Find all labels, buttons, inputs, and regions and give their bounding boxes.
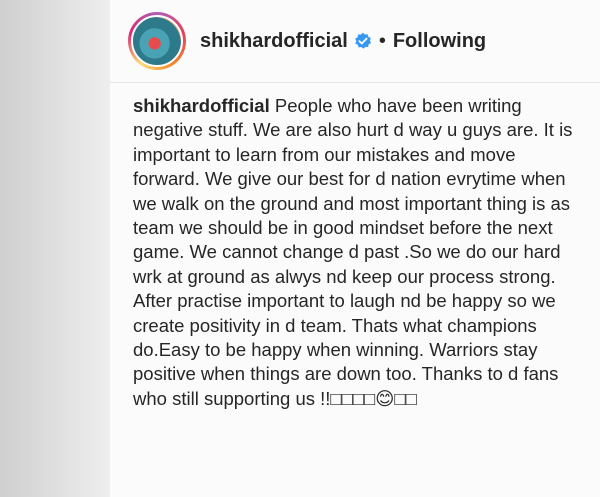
- caption-text: People who have been writing negative st…: [133, 95, 578, 409]
- post-image-edge: [0, 0, 110, 497]
- following-button[interactable]: Following: [393, 30, 486, 53]
- avatar[interactable]: [131, 15, 183, 67]
- header-username[interactable]: shikhardofficial: [200, 30, 348, 53]
- post-caption: shikhardofficial People who have been wr…: [133, 94, 578, 411]
- header-divider: [110, 82, 600, 83]
- dot-separator: •: [378, 29, 386, 52]
- caption-username[interactable]: shikhardofficial: [133, 95, 270, 116]
- story-ring[interactable]: [128, 12, 186, 70]
- post-header: shikhardofficial • Following: [110, 0, 600, 82]
- verified-badge-icon: [354, 32, 372, 50]
- instagram-post-card: shikhardofficial • Following shikhardoff…: [0, 0, 600, 497]
